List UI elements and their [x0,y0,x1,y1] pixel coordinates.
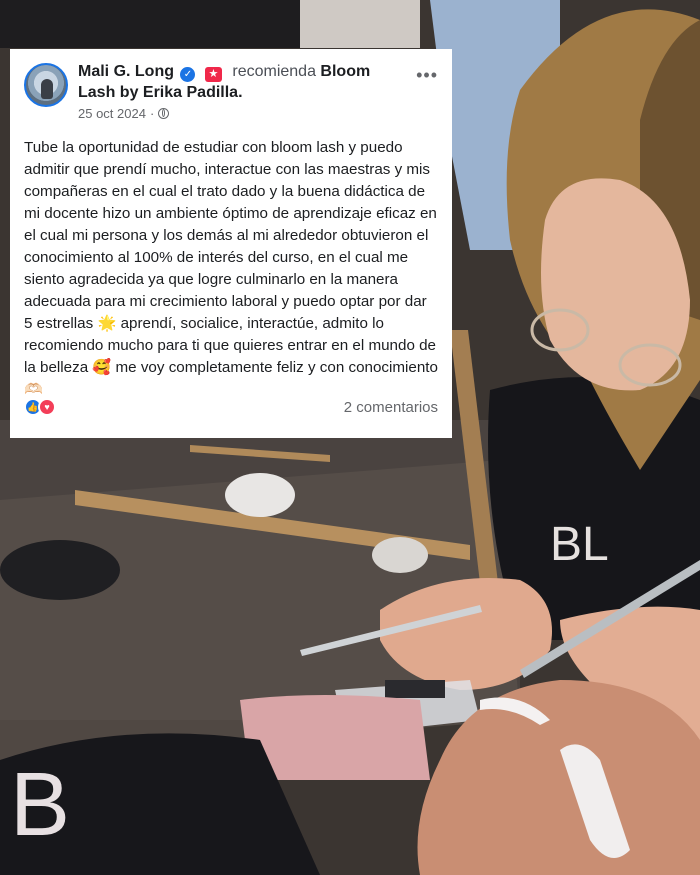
author-name[interactable]: Mali G. Long [78,63,174,80]
avatar[interactable] [24,63,68,107]
meta-separator: · [149,106,155,121]
client-shirt-text: B [10,755,70,855]
recommend-text: recomienda [232,63,316,80]
reactions[interactable]: 👍 ♥ [24,398,56,416]
recommend-star-icon: ★ [204,67,222,82]
post-header: Mali G. Long ✓ ★ recomienda Bloom Lash b… [24,61,438,121]
love-reaction-icon: ♥ [38,398,56,416]
more-options-button[interactable]: ••• [416,65,438,86]
review-body: Tube la oportunidad de estudiar con bloo… [24,139,438,398]
post-footer: 👍 ♥ 2 comentarios [24,398,438,416]
post-meta: 25 oct 2024 · [78,106,398,121]
verified-badge-icon: ✓ [180,67,196,82]
post-date[interactable]: 25 oct 2024 [78,106,146,121]
review-card: Mali G. Long ✓ ★ recomienda Bloom Lash b… [10,49,452,438]
artist-shirt-text: BL [550,518,609,571]
header-text: Mali G. Long ✓ ★ recomienda Bloom Lash b… [78,61,438,121]
comments-count[interactable]: 2 comentarios [344,399,438,416]
globe-icon [158,108,170,119]
